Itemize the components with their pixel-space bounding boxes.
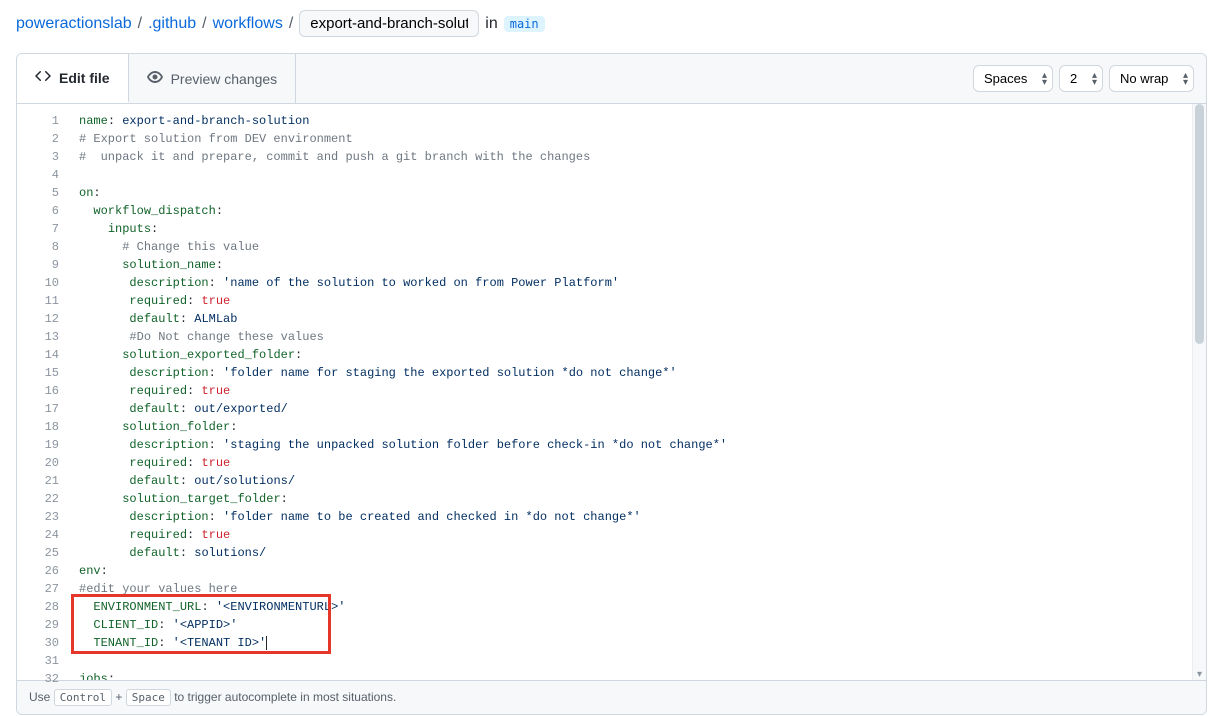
code-line[interactable]: TENANT_ID: '<TENANT ID>': [79, 634, 1206, 652]
breadcrumb-path-workflows[interactable]: workflows: [213, 15, 283, 33]
code-line[interactable]: jobs:: [79, 670, 1206, 680]
line-number: 24: [17, 526, 59, 544]
line-number: 14: [17, 346, 59, 364]
code-line[interactable]: [79, 166, 1206, 184]
line-number: 25: [17, 544, 59, 562]
line-number-gutter: 1234567891011121314151617181920212223242…: [17, 104, 67, 680]
line-number: 27: [17, 580, 59, 598]
code-line[interactable]: description: 'folder name for staging th…: [79, 364, 1206, 382]
code-line[interactable]: required: true: [79, 454, 1206, 472]
code-line[interactable]: required: true: [79, 292, 1206, 310]
code-line[interactable]: default: out/exported/: [79, 400, 1206, 418]
code-line[interactable]: required: true: [79, 526, 1206, 544]
code-icon: [35, 68, 51, 87]
breadcrumb-path-github[interactable]: .github: [148, 15, 196, 33]
line-number: 15: [17, 364, 59, 382]
line-number: 6: [17, 202, 59, 220]
scroll-down-arrow-icon[interactable]: ▾: [1193, 669, 1206, 680]
code-line[interactable]: workflow_dispatch:: [79, 202, 1206, 220]
line-number: 28: [17, 598, 59, 616]
code-line[interactable]: inputs:: [79, 220, 1206, 238]
scrollbar-thumb[interactable]: [1195, 104, 1204, 344]
footer-plus: +: [115, 690, 125, 704]
code-line[interactable]: name: export-and-branch-solution: [79, 112, 1206, 130]
line-number: 13: [17, 328, 59, 346]
line-number: 2: [17, 130, 59, 148]
breadcrumb-separator: /: [138, 15, 142, 33]
vertical-scrollbar[interactable]: ▴ ▾: [1192, 104, 1206, 680]
editor-footer: Use Control + Space to trigger autocompl…: [17, 680, 1206, 714]
code-line[interactable]: # unpack it and prepare, commit and push…: [79, 148, 1206, 166]
line-number: 29: [17, 616, 59, 634]
tab-edit-file[interactable]: Edit file: [17, 54, 129, 103]
breadcrumb-separator: /: [202, 15, 206, 33]
line-number: 16: [17, 382, 59, 400]
code-line[interactable]: env:: [79, 562, 1206, 580]
tab-edit-label: Edit file: [59, 70, 110, 86]
line-number: 18: [17, 418, 59, 436]
line-number: 32: [17, 670, 59, 688]
code-line[interactable]: description: 'staging the unpacked solut…: [79, 436, 1206, 454]
editor-panel: Edit file Preview changes Spaces ▴▾ 2 ▴▾: [16, 53, 1207, 715]
line-number: 31: [17, 652, 59, 670]
kbd-space: Space: [126, 689, 171, 706]
code-line[interactable]: default: out/solutions/: [79, 472, 1206, 490]
code-line[interactable]: #Do Not change these values: [79, 328, 1206, 346]
code-line[interactable]: description: 'name of the solution to wo…: [79, 274, 1206, 292]
line-number: 7: [17, 220, 59, 238]
code-line[interactable]: # Export solution from DEV environment: [79, 130, 1206, 148]
code-line[interactable]: description: 'folder name to be created …: [79, 508, 1206, 526]
code-line[interactable]: #edit your values here: [79, 580, 1206, 598]
code-line[interactable]: solution_folder:: [79, 418, 1206, 436]
indent-mode-select[interactable]: Spaces ▴▾: [973, 65, 1053, 92]
line-number: 30: [17, 634, 59, 652]
eye-icon: [147, 69, 163, 88]
code-body[interactable]: name: export-and-branch-solution# Export…: [67, 104, 1206, 680]
line-number: 8: [17, 238, 59, 256]
line-number: 5: [17, 184, 59, 202]
indent-size-select[interactable]: 2 ▴▾: [1059, 65, 1103, 92]
line-number: 1: [17, 112, 59, 130]
breadcrumb-separator: /: [289, 15, 293, 33]
line-number: 21: [17, 472, 59, 490]
kbd-control: Control: [54, 689, 112, 706]
line-number: 23: [17, 508, 59, 526]
line-number: 20: [17, 454, 59, 472]
line-number: 3: [17, 148, 59, 166]
code-line[interactable]: default: ALMLab: [79, 310, 1206, 328]
line-number: 19: [17, 436, 59, 454]
branch-tag[interactable]: main: [504, 16, 545, 32]
tab-preview-label: Preview changes: [171, 71, 278, 87]
code-line[interactable]: CLIENT_ID: '<APPID>': [79, 616, 1206, 634]
line-number: 11: [17, 292, 59, 310]
code-line[interactable]: solution_name:: [79, 256, 1206, 274]
line-number: 10: [17, 274, 59, 292]
filename-input[interactable]: [299, 10, 479, 37]
footer-suffix: to trigger autocomplete in most situatio…: [174, 690, 396, 704]
in-label: in: [485, 15, 497, 33]
line-number: 9: [17, 256, 59, 274]
code-line[interactable]: [79, 652, 1206, 670]
footer-prefix: Use: [29, 690, 54, 704]
tabs-bar: Edit file Preview changes Spaces ▴▾ 2 ▴▾: [17, 54, 1206, 104]
line-number: 12: [17, 310, 59, 328]
line-number: 17: [17, 400, 59, 418]
code-line[interactable]: on:: [79, 184, 1206, 202]
line-number: 4: [17, 166, 59, 184]
line-number: 26: [17, 562, 59, 580]
code-line[interactable]: solution_exported_folder:: [79, 346, 1206, 364]
tab-preview-changes[interactable]: Preview changes: [129, 54, 297, 103]
wrap-mode-select[interactable]: No wrap ▴▾: [1109, 65, 1194, 92]
code-line[interactable]: required: true: [79, 382, 1206, 400]
breadcrumb: poweractionslab / .github / workflows / …: [16, 0, 1207, 53]
code-line[interactable]: solution_target_folder:: [79, 490, 1206, 508]
code-line[interactable]: ENVIRONMENT_URL: '<ENVIRONMENTURL>': [79, 598, 1206, 616]
line-number: 22: [17, 490, 59, 508]
code-editor[interactable]: 1234567891011121314151617181920212223242…: [17, 104, 1206, 680]
code-line[interactable]: # Change this value: [79, 238, 1206, 256]
code-line[interactable]: default: solutions/: [79, 544, 1206, 562]
breadcrumb-repo[interactable]: poweractionslab: [16, 15, 132, 33]
